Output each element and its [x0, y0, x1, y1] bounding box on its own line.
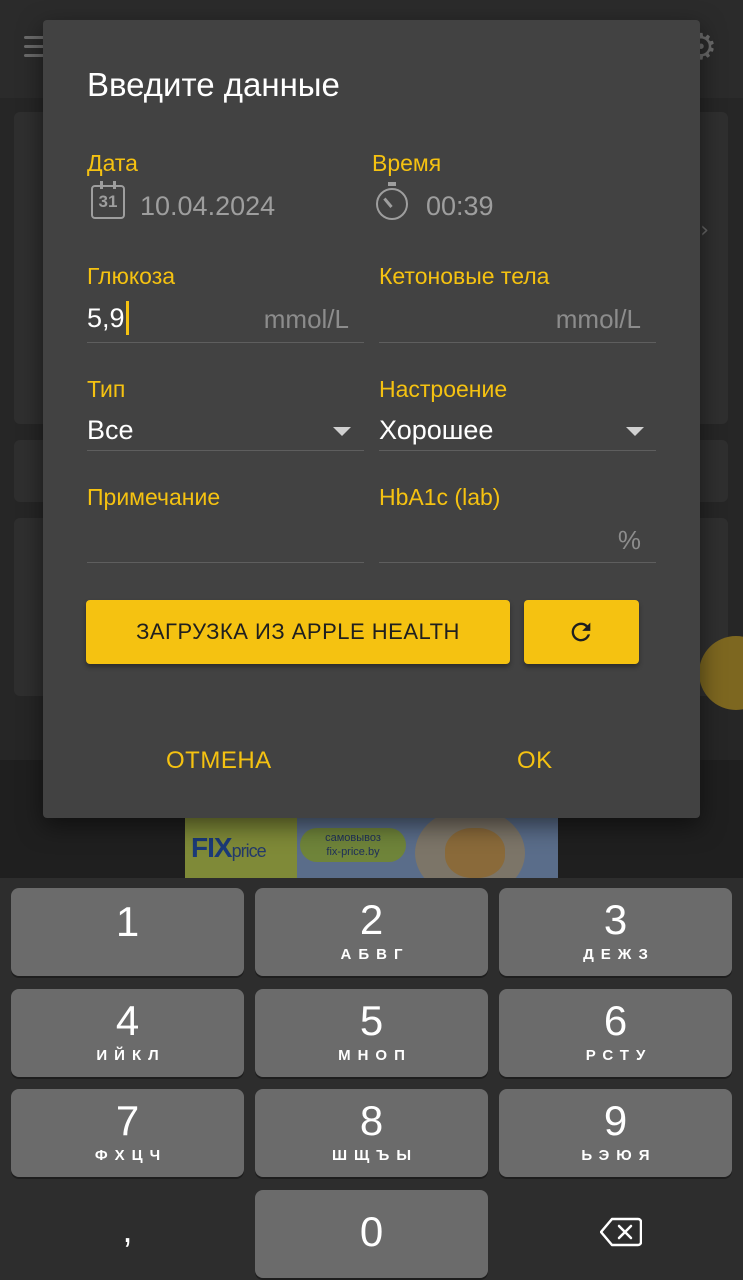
ad-logo-box: FIXprice — [185, 818, 297, 878]
glucose-input[interactable]: 5,9 — [87, 301, 129, 337]
key-5[interactable]: 5 МНОП — [255, 989, 488, 1077]
date-label: Дата — [87, 150, 138, 176]
type-underline — [87, 450, 364, 451]
chevron-down-icon[interactable] — [626, 427, 644, 436]
mood-select[interactable]: Хорошее — [379, 415, 493, 446]
text-cursor — [125, 301, 129, 335]
key-3[interactable]: 3 ДЕЖЗ — [499, 888, 732, 976]
time-label: Время — [372, 150, 442, 176]
key-2[interactable]: 2 АБВГ — [255, 888, 488, 976]
mood-label: Настроение — [379, 376, 508, 402]
refresh-icon — [571, 622, 591, 642]
key-6[interactable]: 6 РСТУ — [499, 989, 732, 1077]
ad-pickup-pill: самовывоз fix-price.by — [300, 828, 406, 862]
key-7[interactable]: 7 ФХЦЧ — [11, 1089, 244, 1177]
chevron-down-icon[interactable] — [333, 427, 351, 436]
type-select[interactable]: Все — [87, 415, 134, 446]
note-label: Примечание — [87, 484, 221, 510]
key-8[interactable]: 8 ШЩЪЫ — [255, 1089, 488, 1177]
import-apple-health-button[interactable]: ЗАГРУЗКА ИЗ APPLE HEALTH — [86, 600, 510, 664]
glucose-underline — [87, 342, 364, 343]
key-4[interactable]: 4 ИЙКЛ — [11, 989, 244, 1077]
chevron-right-icon: › — [700, 218, 709, 243]
backspace-icon[interactable] — [600, 1217, 642, 1247]
calendar-icon[interactable]: 31 — [91, 181, 125, 219]
ketones-label: Кетоновые тела — [379, 263, 550, 289]
ketones-unit: mmol/L — [555, 304, 641, 334]
note-underline — [87, 562, 364, 563]
key-comma[interactable]: , — [11, 1200, 244, 1272]
ketones-input[interactable] — [379, 303, 529, 337]
timer-icon[interactable] — [376, 182, 408, 220]
refresh-button[interactable] — [524, 600, 639, 664]
hba1c-underline — [379, 562, 656, 563]
enter-data-dialog: Введите данные Дата 31 10.04.2024 Время … — [43, 20, 700, 818]
key-1[interactable]: 1 — [11, 888, 244, 976]
hba1c-input[interactable] — [379, 520, 609, 554]
glucose-unit: mmol/L — [263, 304, 349, 334]
hba1c-unit: % — [617, 525, 641, 555]
ketones-underline — [379, 342, 656, 343]
cancel-button[interactable]: ОТМЕНА — [166, 747, 272, 775]
dialog-title: Введите данные — [87, 66, 340, 103]
glucose-label: Глюкоза — [87, 263, 176, 289]
ad-banner[interactable]: FIXprice самовывоз fix-price.by — [185, 818, 558, 878]
ad-logo: FIXprice — [191, 832, 267, 863]
date-value[interactable]: 10.04.2024 — [140, 191, 275, 222]
hba1c-label: HbA1c (lab) — [379, 484, 501, 510]
key-0[interactable]: 0 — [255, 1190, 488, 1278]
key-9[interactable]: 9 ЬЭЮЯ — [499, 1089, 732, 1177]
mood-underline — [379, 450, 656, 451]
note-input[interactable] — [87, 520, 364, 554]
ad-product-image — [415, 818, 525, 878]
time-value[interactable]: 00:39 — [426, 191, 494, 222]
ok-button[interactable]: OK — [517, 747, 553, 775]
type-label: Тип — [87, 376, 126, 402]
